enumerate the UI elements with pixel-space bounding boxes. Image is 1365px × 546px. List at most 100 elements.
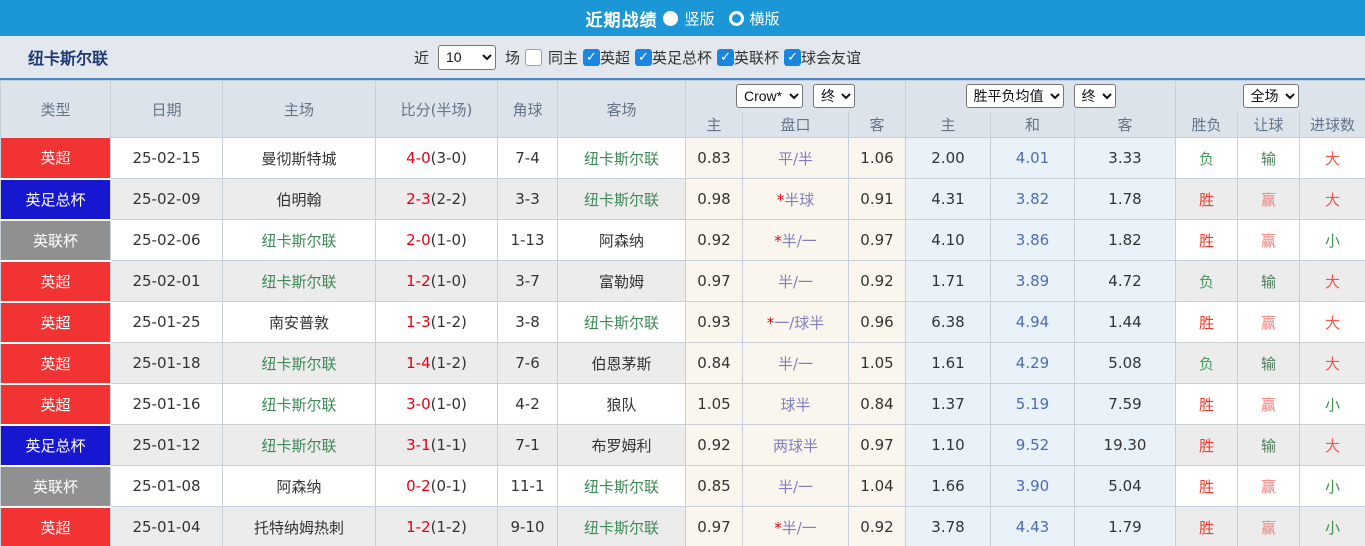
score-cell: 1-2(1-2) [375, 506, 498, 546]
handicap-select-group: Crow* 终 [685, 80, 906, 112]
euro-away-odds: 5.04 [1073, 465, 1177, 507]
euro-away-odds: 4.72 [1073, 260, 1177, 302]
euro-away-odds: 7.59 [1073, 383, 1177, 425]
handicap-line: 半/一 [742, 342, 849, 384]
match-date: 25-01-08 [110, 465, 223, 507]
euro-draw-odds: 4.94 [990, 301, 1075, 343]
games-label: 场 [504, 48, 520, 67]
away-team[interactable]: 纽卡斯尔联 [557, 465, 686, 507]
filters-group: 近 10 场 同主 ✓ 英超 ✓ 英足总杯 ✓ 英联杯 ✓ 球会友谊 [414, 44, 861, 70]
euro-draw-odds: 3.89 [990, 260, 1075, 302]
bookmaker-select[interactable]: Crow* [736, 84, 803, 109]
same-home-label: 同主 [547, 48, 578, 67]
handicap-away-odds: 0.97 [848, 219, 906, 261]
home-team[interactable]: 曼彻斯特城 [222, 137, 376, 179]
home-team[interactable]: 伯明翰 [222, 178, 376, 220]
home-team[interactable]: 托特纳姆热刺 [222, 506, 376, 546]
goals-result-badge: 大 [1299, 178, 1365, 220]
result-badge: 负 [1175, 260, 1239, 302]
checkbox-checked-icon[interactable]: ✓ [717, 48, 735, 66]
score-cell: 3-0(1-0) [375, 383, 498, 425]
home-team[interactable]: 纽卡斯尔联 [222, 342, 376, 384]
handicap-away-odds: 0.96 [848, 301, 906, 343]
home-team[interactable]: 纽卡斯尔联 [222, 260, 376, 302]
fulltime-score: 2-3 [406, 190, 431, 208]
handicap-time-select[interactable]: 终 [813, 84, 855, 109]
checkbox-checked-icon[interactable]: ✓ [784, 48, 802, 66]
scope-select[interactable]: 全场 [1242, 84, 1299, 109]
subheader-ah-home: 主 [685, 111, 743, 138]
handicap-line: 球半 [742, 383, 849, 425]
competition-filter-0[interactable]: ✓ 英超 [582, 47, 630, 68]
handicap-home-odds: 0.84 [685, 342, 743, 384]
away-team[interactable]: 阿森纳 [557, 219, 686, 261]
home-team[interactable]: 纽卡斯尔联 [222, 383, 376, 425]
halftime-score: (1-0) [430, 272, 467, 290]
handicap-line-text: 半/一 [781, 231, 817, 250]
same-home-filter[interactable]: 同主 [524, 47, 578, 68]
match-date: 25-02-01 [110, 260, 223, 302]
match-row: 英超 25-02-15 曼彻斯特城 4-0(3-0) 7-4 纽卡斯尔联 0.8… [0, 137, 1365, 180]
euro-odds-type-select[interactable]: 胜平负均值 [965, 84, 1064, 109]
radio-selected-icon[interactable] [663, 10, 679, 26]
away-team[interactable]: 纽卡斯尔联 [557, 301, 686, 343]
subheader-ah-line: 盘口 [742, 111, 849, 138]
result-badge: 胜 [1175, 424, 1239, 466]
competition-type-badge: 英足总杯 [0, 424, 111, 467]
corners: 4-2 [497, 383, 558, 425]
checkbox-checked-icon[interactable]: ✓ [582, 48, 600, 66]
handicap-away-odds: 1.06 [848, 137, 906, 179]
away-team[interactable]: 纽卡斯尔联 [557, 137, 686, 179]
handicap-line: 两球半 [742, 424, 849, 466]
euro-away-odds: 1.78 [1073, 178, 1177, 220]
fulltime-score: 1-2 [406, 518, 431, 536]
competition-filter-3[interactable]: ✓ 球会友谊 [784, 47, 861, 68]
subheader-goals: 进球数 [1299, 111, 1365, 138]
euro-away-odds: 19.30 [1073, 424, 1177, 466]
competition-filter-2[interactable]: ✓ 英联杯 [717, 47, 779, 68]
euro-odds-select-group: 胜平负均值 终 [904, 80, 1177, 112]
competition-type-badge: 英联杯 [0, 219, 111, 262]
filter-bar: 纽卡斯尔联 近 10 场 同主 ✓ 英超 ✓ 英足总杯 ✓ 英联杯 ✓ 球会友谊 [0, 36, 1365, 80]
away-team[interactable]: 富勒姆 [557, 260, 686, 302]
fulltime-score: 3-0 [406, 395, 431, 413]
result-badge: 负 [1175, 137, 1239, 179]
header-corners: 角球 [497, 80, 558, 138]
away-team[interactable]: 布罗姆利 [557, 424, 686, 466]
home-team[interactable]: 南安普敦 [222, 301, 376, 343]
checkbox-checked-icon[interactable]: ✓ [635, 48, 652, 66]
competition-type-badge: 英超 [0, 383, 111, 426]
euro-home-odds: 4.10 [905, 219, 991, 261]
goals-result-badge: 小 [1299, 219, 1365, 261]
score-cell: 2-0(1-0) [375, 219, 498, 261]
radio-horizontal-layout[interactable]: 横版 [728, 8, 780, 29]
handicap-star-icon: * [774, 518, 782, 537]
radio-unselected-icon[interactable] [728, 10, 744, 26]
away-team[interactable]: 狼队 [557, 383, 686, 425]
competition-filter-1[interactable]: ✓ 英足总杯 [635, 47, 712, 68]
match-date: 25-01-18 [110, 342, 223, 384]
halftime-score: (1-2) [430, 313, 467, 331]
near-count-select[interactable]: 10 [437, 44, 496, 70]
score-cell: 4-0(3-0) [375, 137, 498, 179]
handicap-result-badge: 输 [1237, 342, 1301, 384]
match-row: 英超 25-01-18 纽卡斯尔联 1-4(1-2) 7-6 伯恩茅斯 0.84… [0, 342, 1365, 385]
header-score: 比分(半场) [375, 80, 498, 138]
away-team[interactable]: 纽卡斯尔联 [557, 178, 686, 220]
result-badge: 胜 [1175, 383, 1239, 425]
checkbox-unchecked-icon[interactable] [524, 48, 542, 66]
euro-time-select[interactable]: 终 [1073, 84, 1116, 109]
handicap-home-odds: 0.93 [685, 301, 743, 343]
header-date: 日期 [110, 80, 223, 138]
home-team[interactable]: 纽卡斯尔联 [222, 424, 376, 466]
home-team[interactable]: 纽卡斯尔联 [222, 219, 376, 261]
away-team[interactable]: 纽卡斯尔联 [557, 506, 686, 546]
handicap-result-badge: 赢 [1237, 465, 1301, 507]
radio-vertical-layout[interactable]: 竖版 [663, 8, 715, 29]
header-type: 类型 [0, 80, 111, 138]
euro-draw-odds: 4.29 [990, 342, 1075, 384]
home-team[interactable]: 阿森纳 [222, 465, 376, 507]
handicap-result-badge: 赢 [1237, 301, 1301, 343]
match-date: 25-02-06 [110, 219, 223, 261]
away-team[interactable]: 伯恩茅斯 [557, 342, 686, 384]
